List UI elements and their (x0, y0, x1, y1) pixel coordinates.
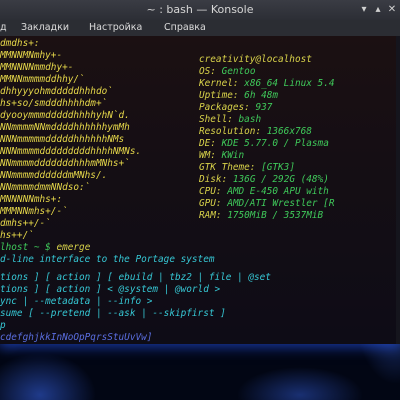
logo-line: dmdhs+: (0, 38, 40, 49)
sysinfo-row: RAM: 1750MiB / 3537MiB (199, 210, 323, 222)
logo-line: NNNmmmmdddddddddhhhhNMNs. (0, 146, 142, 157)
logo-line: NNNmmmmmdddddhhhhhhNMs (0, 134, 125, 145)
logo-line: MNNNNNmhs+: (0, 194, 63, 205)
sysinfo-value: x86_64 Linux 5.4 (244, 78, 335, 89)
sysinfo-key: Resolution: (199, 126, 262, 137)
logo-line: NNmmmmNNmddddhhhhhhymMh (0, 122, 130, 133)
logo-line: MMNNNNmmdhy+- (0, 62, 74, 73)
sysinfo-key: Kernel: (199, 78, 239, 89)
sysinfo-key: GTK Theme: (199, 162, 256, 173)
sysinfo-key: OS: (199, 66, 216, 77)
logo-line: dmhs++/-` (0, 218, 51, 229)
sysinfo-row: GTK Theme: [GTK3] (199, 162, 295, 174)
menu-item-help[interactable]: Справка (164, 20, 206, 36)
menu-item-settings[interactable]: Настройка (89, 20, 142, 36)
sysinfo-value: bash (238, 114, 262, 125)
sysinfo-key: GPU: (199, 198, 222, 209)
sysinfo-row: CPU: AMD E-450 APU with (199, 186, 329, 198)
sysinfo-key: DE: (199, 138, 216, 149)
logo-line: NNmmmmdddddddhhhmMNhs+` (0, 158, 130, 169)
prompt: lhost ~ $ (0, 242, 51, 253)
sysinfo-key: Disk: (199, 174, 228, 185)
output-line: cdefghjkkInNoOpPqrsStuUvVw] (0, 332, 153, 343)
logo-line: MMMNNmhs+/-` (0, 206, 68, 217)
minimize-icon[interactable]: ▾ (358, 4, 370, 16)
close-icon[interactable]: ✕ (386, 4, 398, 16)
output-line: tions ] [ action ] [ ebuild | tbz2 | fil… (0, 272, 271, 283)
sysinfo-value: AMD E-450 APU with (227, 186, 329, 197)
sysinfo-row: Uptime: 6h 48m (199, 90, 278, 102)
logo-line: NNmmmmddddddmMNhs/. (0, 170, 108, 181)
sysinfo-row: OS: Gentoo (199, 66, 255, 78)
sysinfo-row: Kernel: x86_64 Linux 5.4 (199, 78, 334, 90)
sysinfo-value: 136G / 292G (48%) (232, 174, 329, 185)
sysinfo-row: GPU: AMD/ATI Wrestler [R (199, 198, 334, 210)
menu-item-bookmarks[interactable]: Закладки (21, 20, 69, 36)
title-bar[interactable]: ~ : bash — Konsole ▾ ▴ ✕ (0, 0, 400, 20)
terminal-scrollbar[interactable] (396, 36, 400, 344)
logo-line: dhhyyyohmdddddhhhdo` (0, 86, 113, 97)
sysinfo-key: RAM: (199, 210, 222, 221)
window-title: ~ : bash — Konsole (146, 3, 254, 16)
logo-line: dyooymmmdddddhhhhyhN`d. (0, 110, 130, 121)
sysinfo-value: 6h 48m (244, 90, 279, 101)
logo-line: MMNNMNmhy+- (0, 50, 63, 61)
sysinfo-key: Packages: (199, 102, 250, 113)
sysinfo-header: creativity@localhost (199, 54, 312, 65)
menu-bar: д Закладки Настройка Справка (0, 20, 400, 36)
sysinfo-value: 1366x768 (266, 126, 312, 137)
sysinfo-row: Disk: 136G / 292G (48%) (199, 174, 329, 186)
command-text: emerge (56, 242, 91, 253)
konsole-window: ~ : bash — Konsole ▾ ▴ ✕ д Закладки Наст… (0, 0, 400, 344)
command-line: lhost ~ $ emerge (0, 242, 90, 254)
sysinfo-key: WM: (199, 150, 216, 161)
sysinfo-row: Resolution: 1366x768 (199, 126, 312, 138)
sysinfo-value: 1750MiB / 3537MiB (227, 210, 324, 221)
sysinfo-value: Gentoo (221, 66, 256, 77)
output-line: d-line interface to the Portage system (0, 254, 215, 265)
maximize-icon[interactable]: ▴ (372, 4, 384, 16)
logo-line: NNmmmmdmmNNdso:` (0, 182, 91, 193)
logo-line: MMNNmmmmddhhy/` (0, 74, 85, 85)
output-line: sume [ --pretend | --ask | --skipfirst ] (0, 308, 226, 319)
sysinfo-key: Uptime: (199, 90, 239, 101)
logo-line: hs+so/smdddhhhhdm+` (0, 98, 108, 109)
output-line: p (0, 320, 6, 331)
sysinfo-value: [GTK3] (261, 162, 295, 173)
menu-item-view[interactable]: д (0, 20, 7, 36)
sysinfo-row: WM: KWin (199, 150, 244, 162)
sysinfo-row: Shell: bash (199, 114, 261, 126)
output-line: tions ] [ action ] < @system | @world > (0, 284, 221, 295)
terminal-area[interactable]: dmdhs+: MMNNMNmhy+- MMNNNNmmdhy+- MMNNmm… (0, 36, 400, 344)
sysinfo-key: Shell: (199, 114, 233, 125)
sysinfo-value: AMD/ATI Wrestler [R (227, 198, 335, 209)
sysinfo-key: CPU: (199, 186, 222, 197)
sysinfo-value: 937 (255, 102, 273, 113)
logo-line: hs++/` (0, 230, 34, 241)
output-line: ync | --metadata | --info > (0, 296, 153, 307)
sysinfo-row: DE: KDE 5.77.0 / Plasma (199, 138, 329, 150)
sysinfo-value: KWin (221, 150, 245, 161)
sysinfo-row: Packages: 937 (199, 102, 272, 114)
sysinfo-value: KDE 5.77.0 / Plasma (221, 138, 329, 149)
